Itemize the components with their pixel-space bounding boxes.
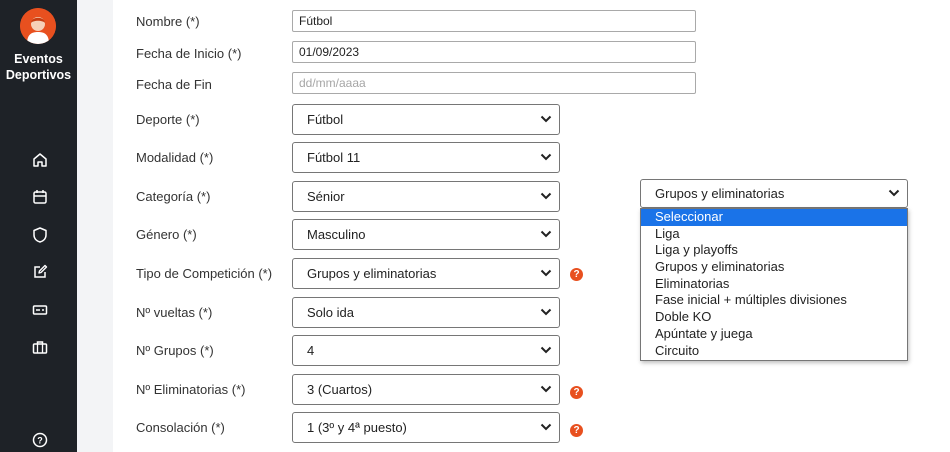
brand-line-1: Eventos: [14, 52, 63, 66]
modalidad-value: Fútbol 11: [307, 150, 361, 165]
dropdown-option[interactable]: Doble KO: [641, 309, 907, 326]
tipo-competicion-value: Grupos y eliminatorias: [307, 266, 437, 281]
avatar[interactable]: [20, 8, 56, 44]
tipo-competicion-label: Tipo de Competición (*): [136, 266, 273, 281]
eliminatorias-value: 3 (Cuartos): [307, 382, 373, 397]
deporte-label: Deporte (*): [136, 112, 200, 127]
competition-type-dropdown-select[interactable]: Grupos y eliminatorias: [640, 179, 908, 208]
fecha-inicio-field[interactable]: 01/09/2023: [292, 41, 696, 63]
chevron-down-icon: [540, 269, 552, 277]
brand-line-2: Deportivos: [5, 68, 72, 82]
nombre-label: Nombre (*): [136, 14, 200, 29]
dropdown-option[interactable]: Apúntate y juega: [641, 326, 907, 343]
categoria-value: Sénior: [307, 189, 345, 204]
chevron-down-icon: [540, 423, 552, 431]
help-icon[interactable]: ?: [570, 386, 583, 399]
deporte-select[interactable]: Fútbol: [292, 104, 560, 135]
edit-icon[interactable]: [31, 263, 49, 281]
fecha-fin-field[interactable]: dd/mm/aaaa: [292, 72, 696, 94]
fecha-fin-label: Fecha de Fin: [136, 77, 212, 92]
dropdown-option[interactable]: Seleccionar: [641, 209, 907, 226]
ticket-icon[interactable]: [31, 301, 49, 319]
help-icon[interactable]: ?: [570, 424, 583, 437]
dropdown-option[interactable]: Grupos y eliminatorias: [641, 259, 907, 276]
chevron-down-icon: [888, 189, 900, 197]
calendar-icon[interactable]: [31, 188, 49, 206]
chevron-down-icon: [540, 346, 552, 354]
fecha-inicio-value: 01/09/2023: [299, 45, 360, 59]
deporte-value: Fútbol: [307, 112, 344, 127]
user-avatar-icon: [20, 8, 56, 44]
help-icon[interactable]: ?: [570, 268, 583, 281]
dropdown-option[interactable]: Circuito: [641, 343, 907, 360]
categoria-label: Categoría (*): [136, 189, 211, 204]
chevron-down-icon: [540, 385, 552, 393]
genero-select[interactable]: Masculino: [292, 219, 560, 250]
modalidad-select[interactable]: Fútbol 11: [292, 142, 560, 173]
consolacion-label: Consolación (*): [136, 420, 225, 435]
chevron-down-icon: [540, 308, 552, 316]
help-circle-icon[interactable]: ?: [31, 431, 49, 449]
genero-label: Género (*): [136, 227, 197, 242]
nombre-field[interactable]: Fútbol: [292, 10, 696, 32]
eliminatorias-select[interactable]: 3 (Cuartos): [292, 374, 560, 405]
chevron-down-icon: [540, 230, 552, 238]
categoria-select[interactable]: Sénior: [292, 181, 560, 212]
dropdown-option[interactable]: Eliminatorias: [641, 276, 907, 293]
dropdown-value: Grupos y eliminatorias: [655, 186, 785, 201]
genero-value: Masculino: [307, 227, 366, 242]
eliminatorias-label: Nº Eliminatorias (*): [136, 382, 246, 397]
tipo-competicion-select[interactable]: Grupos y eliminatorias: [292, 258, 560, 289]
consolacion-value: 1 (3º y 4ª puesto): [307, 420, 407, 435]
dropdown-options-list: Seleccionar Liga Liga y playoffs Grupos …: [640, 208, 908, 361]
grupos-label: Nº Grupos (*): [136, 343, 214, 358]
dropdown-option[interactable]: Liga: [641, 226, 907, 243]
brand-title: Eventos Deportivos: [0, 51, 77, 83]
vueltas-value: Solo ida: [307, 305, 354, 320]
home-icon[interactable]: [31, 151, 49, 169]
grupos-select[interactable]: 4: [292, 335, 560, 366]
nombre-value: Fútbol: [299, 14, 333, 28]
sidebar: Eventos Deportivos ?: [0, 0, 77, 452]
dropdown-option[interactable]: Liga y playoffs: [641, 242, 907, 259]
vueltas-label: Nº vueltas (*): [136, 305, 213, 320]
dropdown-option[interactable]: Fase inicial + múltiples divisiones: [641, 292, 907, 309]
chevron-down-icon: [540, 153, 552, 161]
svg-text:?: ?: [37, 435, 43, 445]
vueltas-select[interactable]: Solo ida: [292, 297, 560, 328]
chevron-down-icon: [540, 115, 552, 123]
fecha-inicio-label: Fecha de Inicio (*): [136, 46, 242, 61]
grupos-value: 4: [307, 343, 315, 358]
chevron-down-icon: [540, 192, 552, 200]
modalidad-label: Modalidad (*): [136, 150, 214, 165]
shield-icon[interactable]: [31, 226, 49, 244]
fecha-fin-placeholder: dd/mm/aaaa: [299, 76, 366, 90]
consolacion-select[interactable]: 1 (3º y 4ª puesto): [292, 412, 560, 443]
briefcase-icon[interactable]: [31, 338, 49, 356]
